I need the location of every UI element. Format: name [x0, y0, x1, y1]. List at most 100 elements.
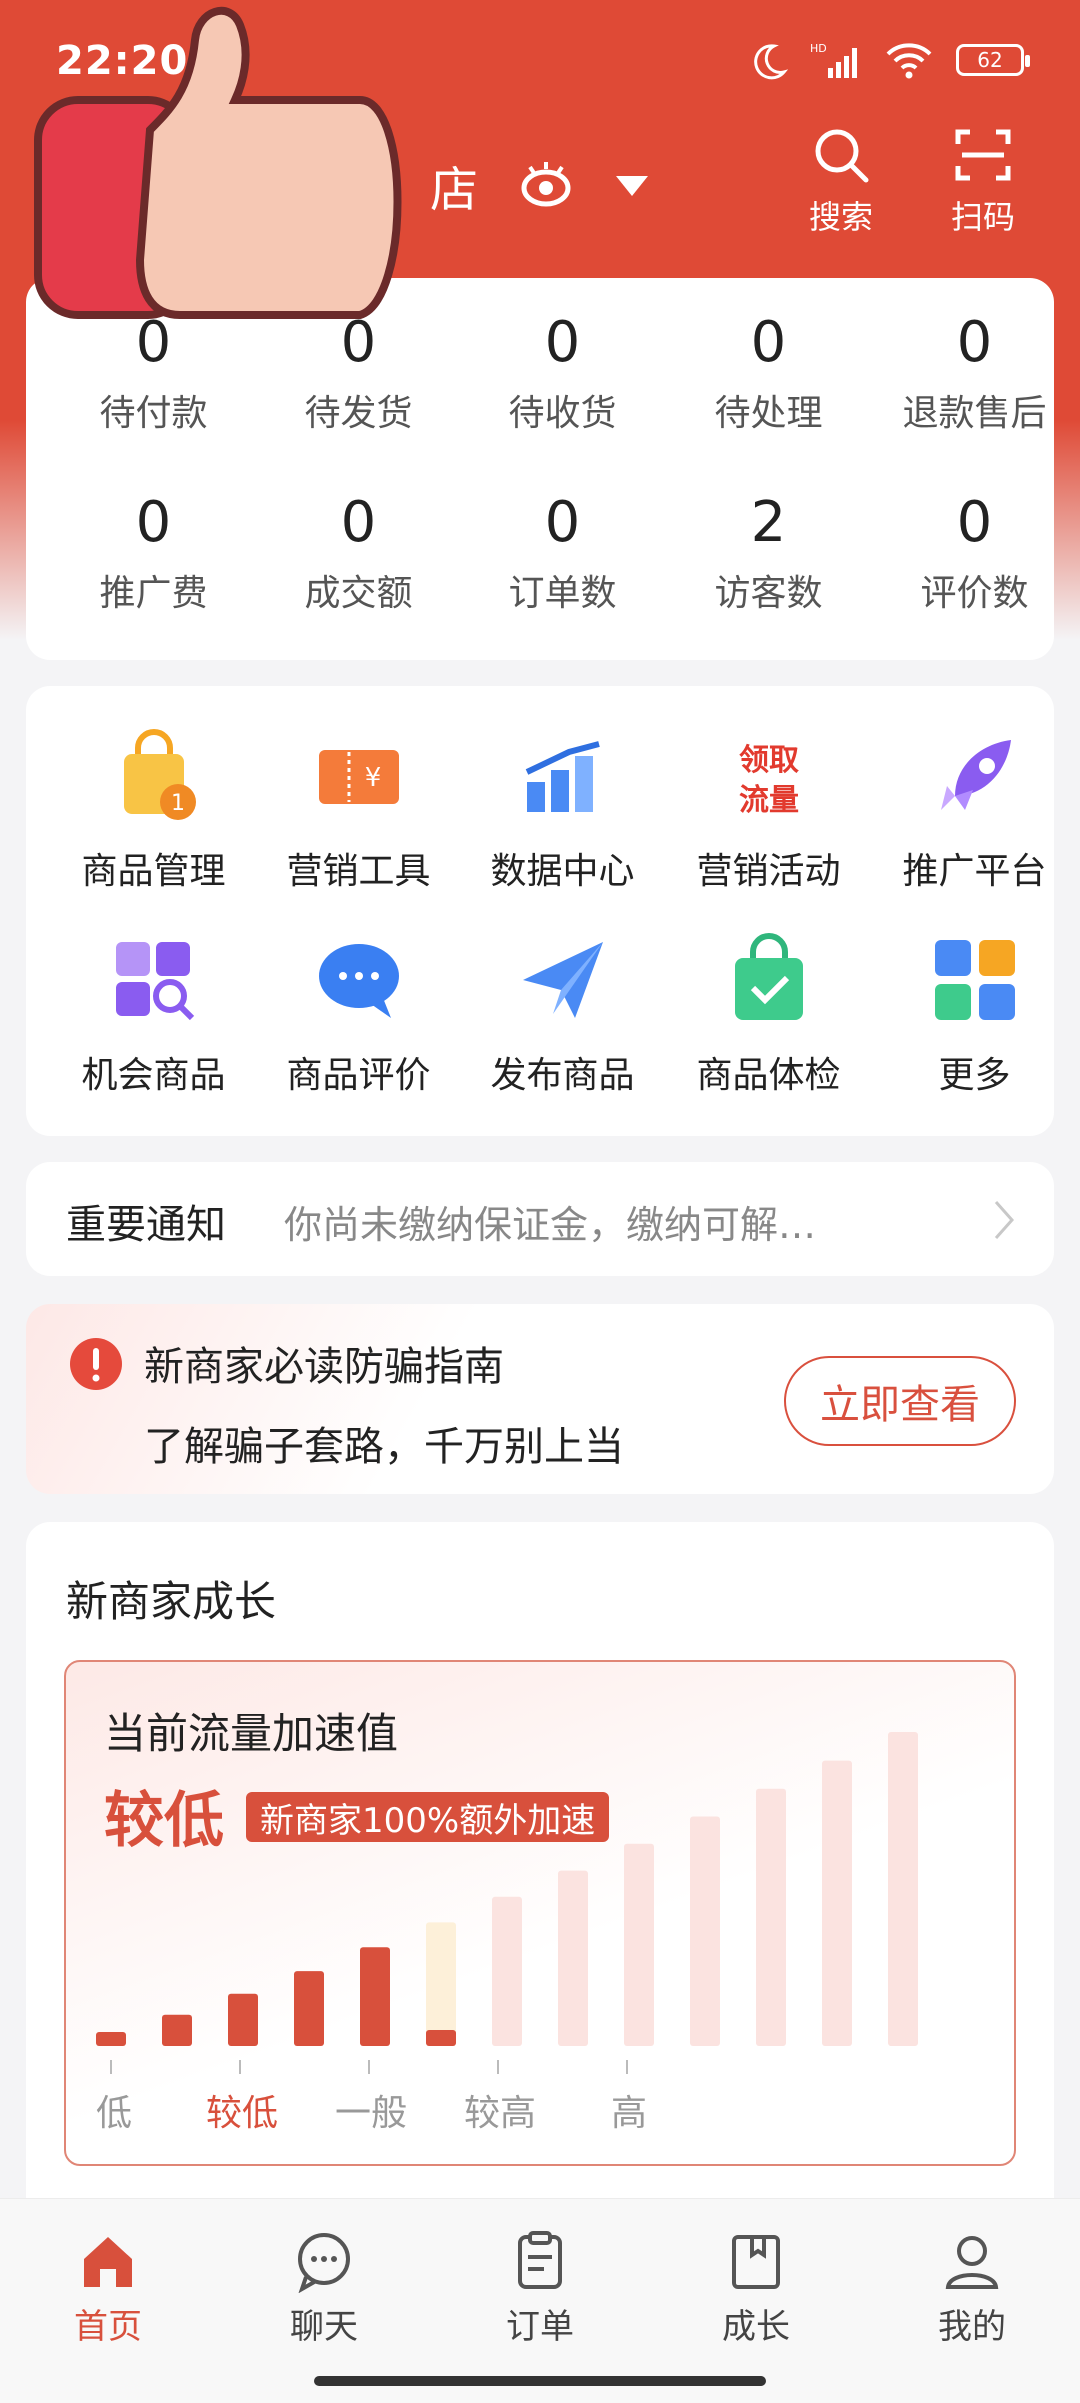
level-bar: [492, 1896, 522, 2046]
stat-value: 0: [956, 490, 993, 555]
tool-label: 机会商品: [81, 1055, 226, 1096]
level-bar: [690, 1816, 720, 2046]
level-bar: [822, 1760, 852, 2046]
tool-label: 数据中心: [490, 851, 635, 892]
stat-value: 0: [544, 310, 581, 375]
level-bar: [96, 2032, 126, 2046]
more-apps-icon: [934, 940, 1015, 1020]
tool-marketing-tools[interactable]: ¥ 营销工具: [256, 726, 461, 894]
thumbs-up-sticker: [34, 6, 402, 319]
scale-label-lower: 较低: [205, 2093, 278, 2134]
tool-product-reviews[interactable]: 商品评价: [256, 930, 461, 1098]
tool-label: 营销工具: [286, 851, 431, 892]
chevron-right-icon: [994, 1201, 1015, 1239]
tool-data-center[interactable]: 数据中心: [460, 726, 665, 894]
home-indicator: [314, 2376, 766, 2386]
notice-card[interactable]: 重要通知 你尚未缴纳保证金，缴纳可解…: [26, 1162, 1054, 1276]
traffic-icon-line2: 流量: [739, 783, 799, 818]
nav-home[interactable]: 首页: [38, 2229, 178, 2348]
boost-level: 较低: [104, 1786, 224, 1856]
tool-more[interactable]: 更多: [872, 930, 1077, 1098]
store-name[interactable]: 店: [430, 150, 478, 220]
stat-pending-process[interactable]: 0 待处理: [666, 308, 871, 436]
stat-value: 2: [750, 490, 787, 555]
level-bar: [294, 1971, 324, 2046]
stat-value: 0: [750, 310, 787, 375]
guide-card: 新商家必读防骗指南 了解骗子套路，千万别上当 立即查看: [26, 1304, 1054, 1494]
chat-bubble-icon: [318, 944, 399, 1018]
scan-label: 扫码: [950, 198, 1015, 236]
moon-icon: [754, 44, 788, 80]
stat-reviews[interactable]: 0 评价数: [872, 488, 1077, 616]
nav-label: 订单: [506, 2307, 574, 2347]
tool-label: 商品管理: [81, 851, 226, 892]
level-bar: [888, 1732, 918, 2046]
stat-pending-receipt[interactable]: 0 待收货: [460, 308, 665, 436]
stat-label: 评价数: [920, 573, 1029, 614]
wifi-icon: [886, 43, 932, 79]
tool-product-management[interactable]: 1 商品管理: [51, 726, 256, 894]
nav-label: 我的: [938, 2307, 1006, 2347]
boost-badge: 新商家100%额外加速: [246, 1792, 610, 1842]
rocket-icon: [940, 740, 1011, 810]
nav-profile[interactable]: 我的: [902, 2229, 1042, 2348]
scan-icon: [955, 129, 1011, 181]
tool-publish-product[interactable]: 发布商品: [460, 930, 665, 1098]
nav-orders[interactable]: 订单: [470, 2229, 610, 2348]
check-bag-icon: [734, 933, 803, 1020]
level-bar-partial-fill: [426, 2030, 456, 2046]
view-now-button[interactable]: 立即查看: [784, 1356, 1016, 1446]
stat-label: 待发货: [304, 393, 413, 434]
search-button[interactable]: 搜索: [786, 124, 896, 238]
growth-book-icon: [732, 2235, 780, 2289]
chat-icon: [298, 2233, 350, 2293]
stat-visitors[interactable]: 2 访客数: [666, 488, 871, 616]
level-bar: [558, 1870, 588, 2046]
nav-growth[interactable]: 成长: [686, 2229, 826, 2348]
stat-value: 0: [544, 490, 581, 555]
stat-label: 推广费: [99, 573, 208, 614]
order-icon: [518, 2231, 562, 2289]
svg-text:¥: ¥: [364, 763, 381, 793]
stat-label: 待付款: [99, 393, 208, 434]
stat-promotion-fee[interactable]: 0 推广费: [51, 488, 256, 616]
notice-title: 重要通知: [66, 1202, 226, 1248]
stat-label: 退款售后: [902, 393, 1047, 434]
stat-orders[interactable]: 0 订单数: [460, 488, 665, 616]
level-bar: [756, 1788, 786, 2046]
traffic-boost-panel[interactable]: 当前流量加速值 较低 新商家100%额外加速 低 较低 一般 较高 高: [64, 1660, 1016, 2166]
tool-product-check[interactable]: 商品体检: [666, 930, 871, 1098]
scale-label-higher: 较高: [463, 2093, 536, 2134]
tools-card: 1 商品管理 ¥ 营销工具 数据中心 领取 流量 营销活动 推广平台 机会商品 …: [26, 686, 1054, 1136]
stat-gmv[interactable]: 0 成交额: [256, 488, 461, 616]
search-label: 搜索: [808, 198, 873, 236]
stat-value: 0: [135, 490, 172, 555]
scale-label-high: 高: [610, 2093, 647, 2134]
growth-card: 新商家成长 当前流量加速值 较低 新商家100%额外加速 低 较低 一般 较高 …: [26, 1522, 1054, 2222]
chevron-down-icon[interactable]: [612, 170, 652, 200]
bottom-navigation: 首页 聊天 订单 成长 我的: [0, 2198, 1080, 2403]
tool-label: 推广平台: [902, 851, 1047, 892]
level-bar: [426, 1922, 456, 2046]
scale-label-low: 低: [95, 2093, 132, 2134]
stat-refund[interactable]: 0 退款售后: [872, 308, 1077, 436]
eye-icon[interactable]: [518, 158, 574, 214]
tool-promotion-platform[interactable]: 推广平台: [872, 726, 1077, 894]
home-icon: [84, 2237, 132, 2287]
stat-label: 待处理: [714, 393, 823, 434]
scan-button[interactable]: 扫码: [928, 124, 1038, 238]
level-bar: [228, 1993, 258, 2046]
tool-opportunity-products[interactable]: 机会商品: [51, 930, 256, 1098]
svg-text:HD: HD: [810, 42, 827, 55]
level-bar: [162, 2014, 192, 2046]
nav-chat[interactable]: 聊天: [254, 2229, 394, 2348]
status-icons: HD 62: [748, 40, 1030, 80]
tool-label: 营销活动: [696, 851, 841, 892]
guide-title: 新商家必读防骗指南: [144, 1344, 504, 1390]
stat-value: 0: [956, 310, 993, 375]
tool-label: 更多: [938, 1055, 1011, 1096]
scale-label-medium: 一般: [334, 2093, 407, 2134]
tool-marketing-activity[interactable]: 领取 流量 营销活动: [666, 726, 871, 894]
guide-subtitle: 了解骗子套路，千万别上当: [144, 1424, 624, 1470]
battery-indicator: 62: [956, 44, 1030, 76]
